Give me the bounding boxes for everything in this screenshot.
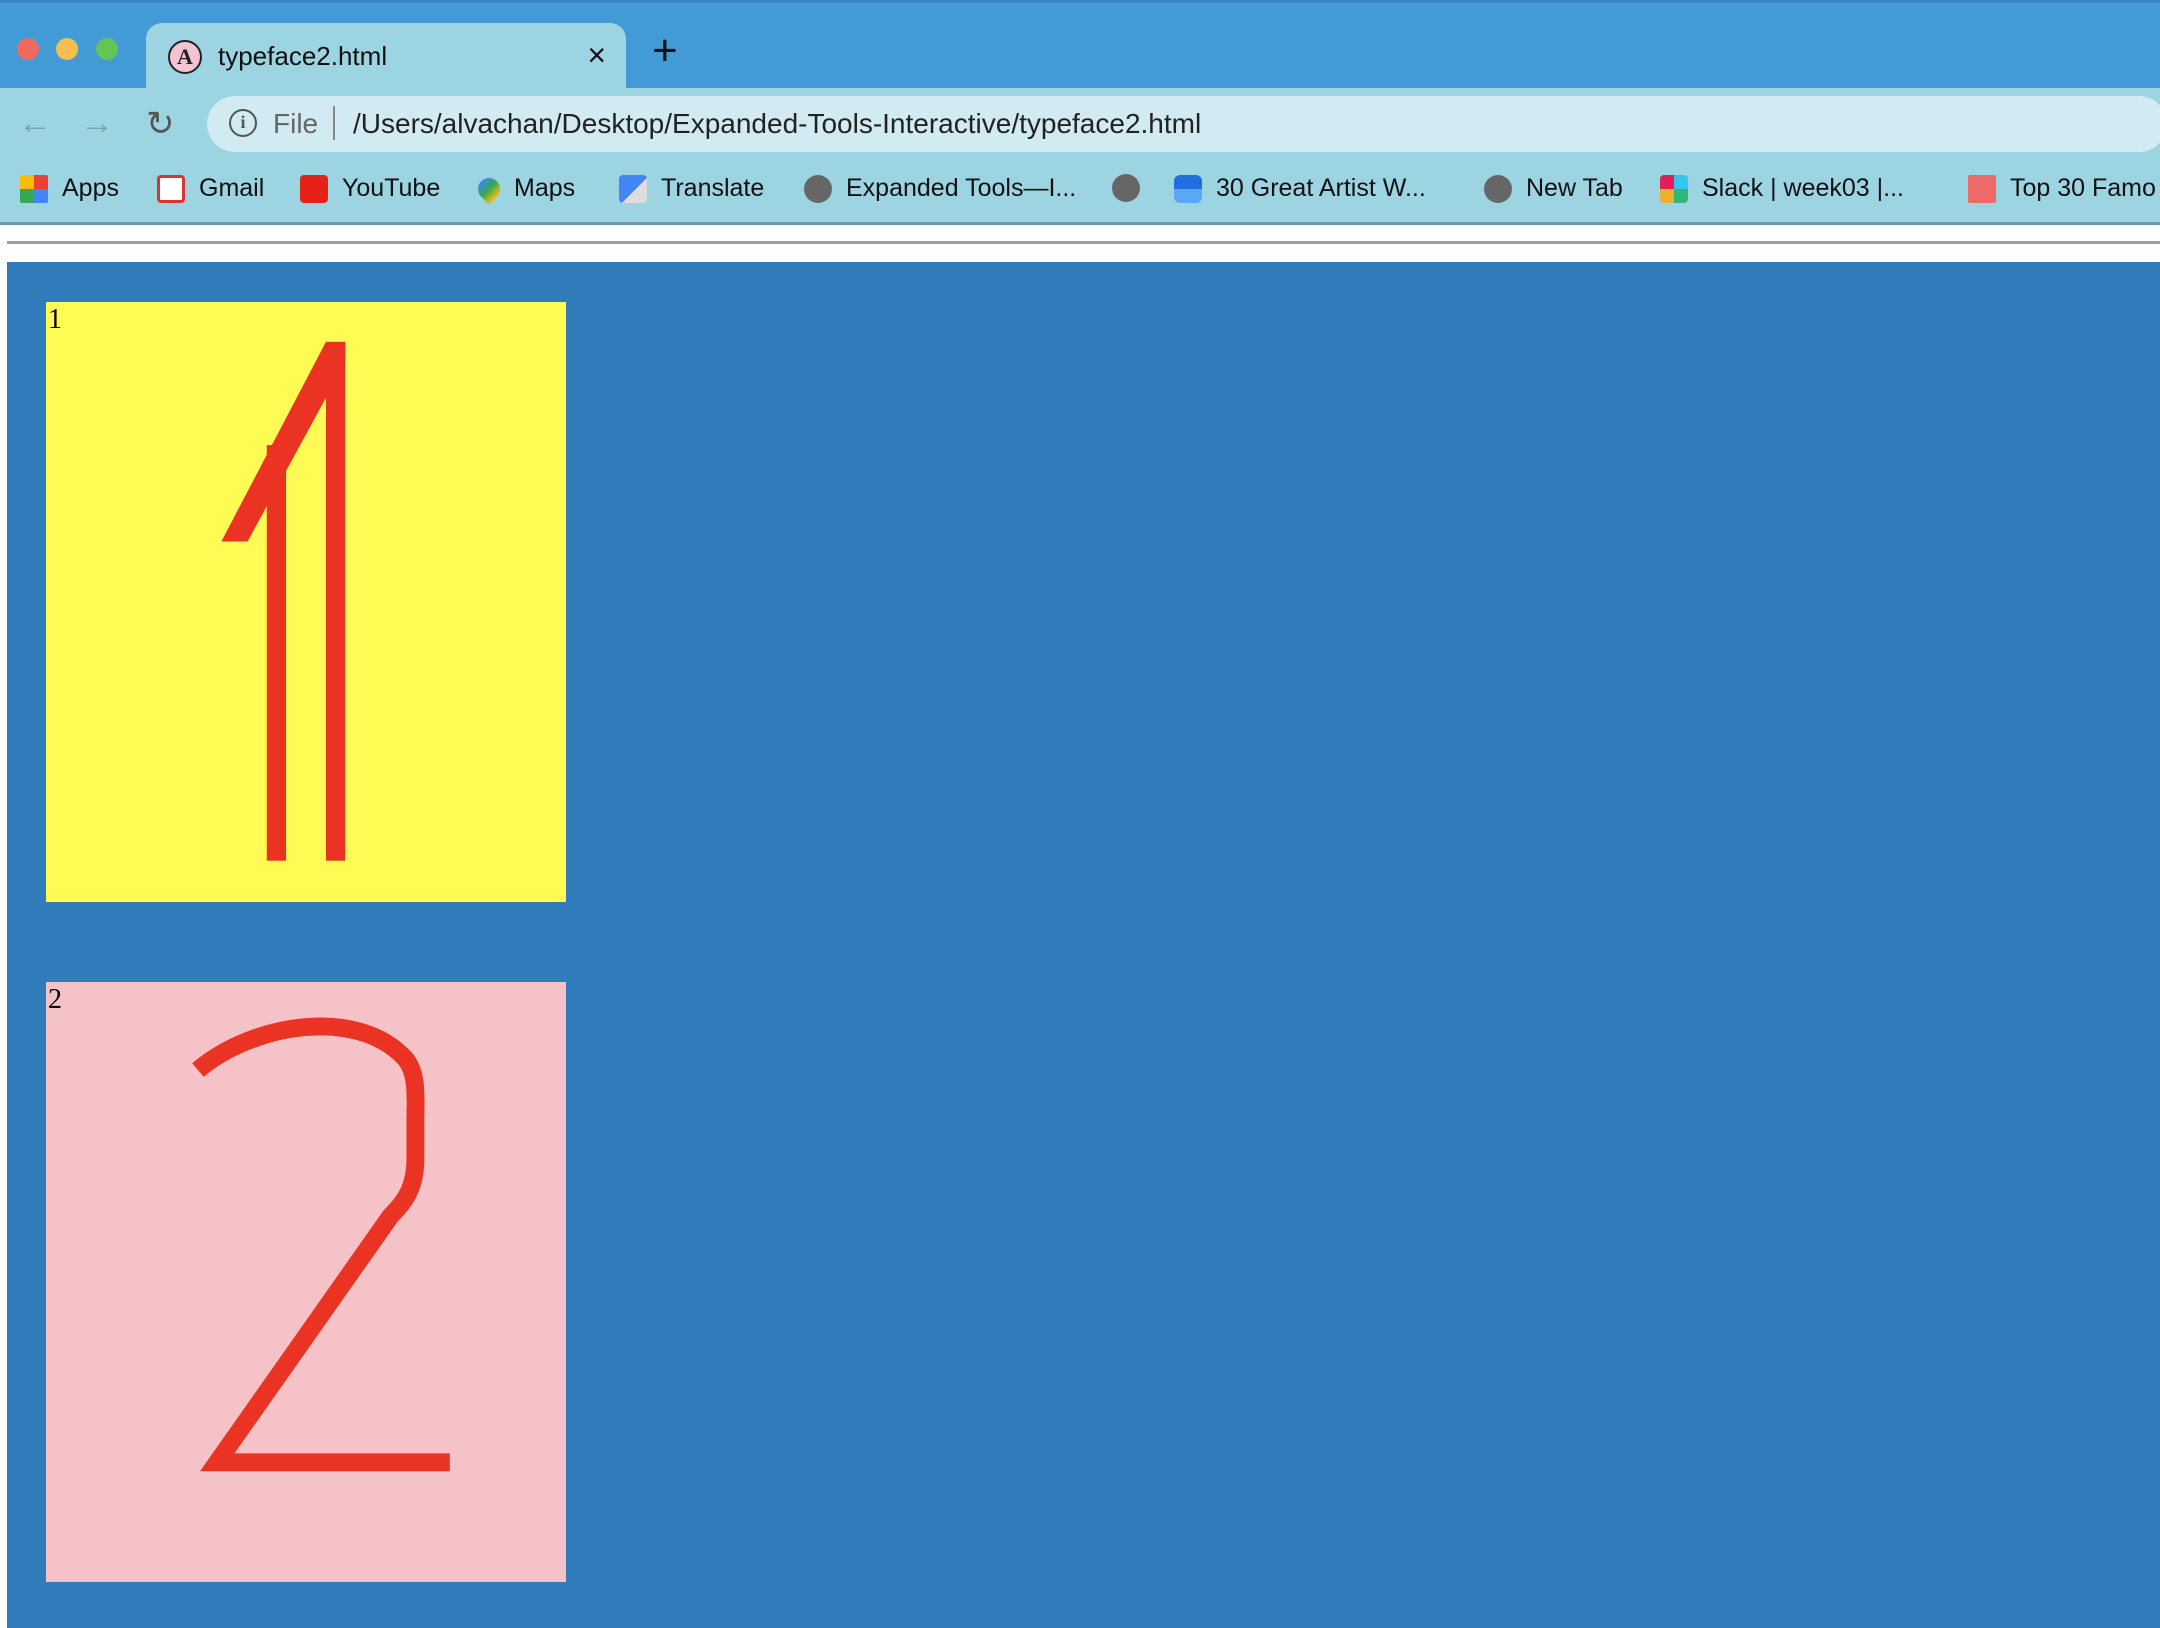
- close-window-button[interactable]: [17, 38, 39, 60]
- tab-typeface2[interactable]: A typeface2.html ×: [146, 23, 626, 91]
- page-canvas: 1 2: [7, 262, 2160, 1628]
- bookmark-new-tab[interactable]: New Tab: [1484, 174, 1623, 203]
- box-label: 1: [48, 304, 62, 335]
- cube-icon: [1174, 174, 1202, 203]
- tab-title: typeface2.html: [218, 41, 388, 71]
- bookmark-label: Expanded Tools—I...: [846, 174, 1077, 202]
- favicon-icon: A: [168, 40, 202, 74]
- glyph-two: [192, 1017, 450, 1472]
- maximize-window-button[interactable]: [96, 38, 118, 60]
- bookmark-translate[interactable]: Translate: [619, 174, 764, 203]
- tab-close-icon[interactable]: ×: [587, 37, 606, 74]
- box-label: 2: [48, 984, 62, 1015]
- browser-toolbar: ← → ↻ i File /Users/alvachan/Desktop/Exp…: [0, 88, 2160, 225]
- horizontal-rule: [7, 241, 2160, 244]
- bookmark-label: Slack | week03 |...: [1702, 174, 1904, 202]
- glyph-one-right-stem: [325, 341, 346, 861]
- bookmark-flag-icon: [1968, 174, 1996, 203]
- divider: [333, 106, 335, 140]
- back-arrow-icon[interactable]: ←: [18, 104, 52, 143]
- tab-bar: A typeface2.html × +: [0, 0, 2160, 91]
- bookmark-untitled[interactable]: [1112, 174, 1154, 202]
- bookmark-maps[interactable]: Maps: [473, 172, 576, 205]
- bookmark-label: Translate: [661, 174, 765, 202]
- new-tab-button[interactable]: +: [652, 29, 678, 73]
- slack-icon: [1660, 174, 1688, 203]
- glyph-one-left-stem: [266, 445, 287, 861]
- bookmark-youtube[interactable]: YouTube: [300, 174, 440, 203]
- bookmark-label: YouTube: [342, 174, 441, 202]
- bookmark-label: New Tab: [1526, 174, 1623, 202]
- globe-icon: [1112, 174, 1140, 202]
- translate-icon: [619, 174, 647, 203]
- bookmark-label: Maps: [514, 174, 576, 202]
- bookmark-gmail[interactable]: Gmail: [157, 174, 264, 203]
- page-top-strip: [0, 225, 2160, 262]
- url-text[interactable]: /Users/alvachan/Desktop/Expanded-Tools-I…: [353, 108, 1201, 140]
- maps-icon: [473, 172, 505, 205]
- glyph-box-1: 1: [46, 302, 566, 902]
- gmail-icon: [157, 174, 185, 203]
- info-icon[interactable]: i: [229, 109, 257, 137]
- bookmark-top-30[interactable]: Top 30 Famo: [1968, 174, 2156, 203]
- bookmark-apps[interactable]: Apps: [20, 174, 119, 203]
- scheme-label: File: [273, 108, 319, 139]
- apps-grid-icon: [20, 174, 48, 203]
- youtube-icon: [300, 174, 328, 203]
- glyph-box-2: 2: [46, 982, 566, 1582]
- address-bar[interactable]: i File /Users/alvachan/Desktop/Expanded-…: [207, 96, 2160, 152]
- glyph-two-stroke: [192, 1017, 450, 1472]
- bookmark-slack[interactable]: Slack | week03 |...: [1660, 174, 1904, 203]
- bookmark-label: Gmail: [199, 174, 265, 202]
- bookmark-label: Top 30 Famo: [2010, 174, 2156, 202]
- glyph-one: [221, 341, 346, 861]
- bookmarks-bar: Apps Gmail YouTube Maps Translate Expand…: [0, 162, 2160, 222]
- globe-icon: [804, 174, 832, 203]
- bookmark-30-great-artist[interactable]: 30 Great Artist W...: [1174, 174, 1426, 203]
- bookmark-expanded-tools[interactable]: Expanded Tools—I...: [804, 174, 1076, 203]
- bookmark-label: Apps: [62, 174, 119, 202]
- minimize-window-button[interactable]: [56, 38, 78, 60]
- globe-icon: [1484, 174, 1512, 203]
- bookmark-label: 30 Great Artist W...: [1216, 174, 1426, 202]
- forward-arrow-icon[interactable]: →: [80, 104, 114, 143]
- reload-icon[interactable]: ↻: [146, 104, 175, 144]
